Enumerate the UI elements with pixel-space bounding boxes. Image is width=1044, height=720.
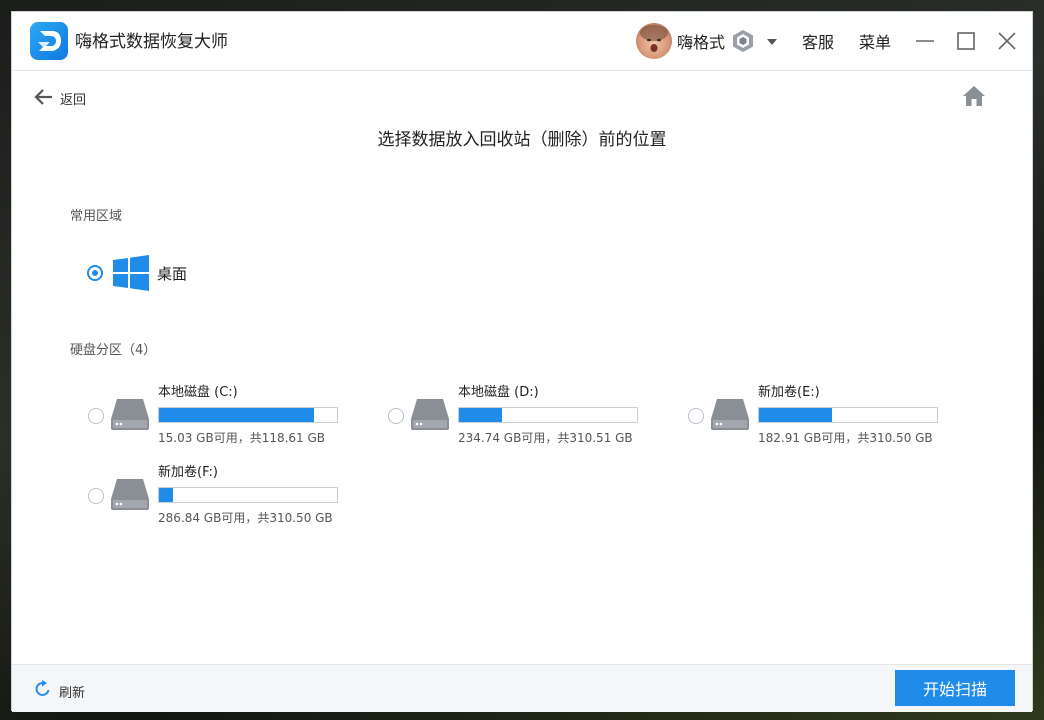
drive-e[interactable]: 新加卷(E:) 182.91 GB可用，共310.50 GB bbox=[688, 385, 948, 451]
app-logo-icon bbox=[30, 22, 68, 60]
drive-usage-fill bbox=[159, 408, 315, 422]
drive-radio[interactable] bbox=[688, 408, 704, 424]
desktop-radio[interactable] bbox=[87, 265, 103, 281]
drive-c[interactable]: 本地磁盘 (C:) 15.03 GB可用，共118.61 GB bbox=[88, 385, 348, 451]
drive-info: 286.84 GB可用，共310.50 GB bbox=[158, 511, 333, 525]
drive-usage-bar bbox=[158, 407, 338, 423]
drive-name: 新加卷(E:) bbox=[758, 385, 820, 400]
hard-drive-icon bbox=[410, 397, 450, 431]
drive-radio[interactable] bbox=[388, 408, 404, 424]
hard-drive-icon bbox=[710, 397, 750, 431]
app-window: 嗨格式数据恢复大师 嗨格式 客服 菜单 返回 选择数据放入回收站（删除）前的位置… bbox=[11, 11, 1033, 712]
drive-f[interactable]: 新加卷(F:) 286.84 GB可用，共310.50 GB bbox=[88, 465, 348, 531]
arrow-left-icon bbox=[34, 89, 52, 105]
drive-d[interactable]: 本地磁盘 (D:) 234.74 GB可用，共310.51 GB bbox=[388, 385, 648, 451]
app-title: 嗨格式数据恢复大师 bbox=[75, 32, 228, 52]
hard-drive-icon bbox=[110, 477, 150, 511]
drive-info: 182.91 GB可用，共310.50 GB bbox=[758, 431, 933, 445]
maximize-icon[interactable] bbox=[954, 29, 978, 53]
drive-radio[interactable] bbox=[88, 408, 104, 424]
drive-usage-fill bbox=[159, 488, 173, 502]
drive-usage-bar bbox=[158, 487, 338, 503]
drive-name: 本地磁盘 (D:) bbox=[458, 385, 539, 400]
drive-usage-fill bbox=[759, 408, 833, 422]
menu-link[interactable]: 菜单 bbox=[859, 33, 891, 53]
refresh-icon bbox=[35, 680, 50, 696]
drive-usage-bar bbox=[758, 407, 938, 423]
title-bar: 嗨格式数据恢复大师 嗨格式 客服 菜单 bbox=[12, 12, 1032, 71]
minimize-icon[interactable] bbox=[913, 29, 937, 53]
home-icon[interactable] bbox=[962, 85, 986, 107]
page-title: 选择数据放入回收站（删除）前的位置 bbox=[377, 130, 667, 150]
drive-name: 新加卷(F:) bbox=[158, 465, 218, 480]
partitions-section-label: 硬盘分区（4） bbox=[70, 343, 157, 358]
desktop-label: 桌面 bbox=[157, 265, 188, 283]
windows-logo-icon bbox=[113, 255, 149, 291]
avatar[interactable] bbox=[636, 23, 672, 59]
start-scan-button[interactable]: 开始扫描 bbox=[895, 670, 1015, 706]
hard-drive-icon bbox=[110, 397, 150, 431]
drive-usage-bar bbox=[458, 407, 638, 423]
drive-info: 15.03 GB可用，共118.61 GB bbox=[158, 431, 326, 445]
vip-badge-icon bbox=[732, 29, 754, 53]
footer-bar: 刷新 开始扫描 bbox=[12, 664, 1032, 712]
back-label: 返回 bbox=[60, 93, 87, 108]
chevron-down-icon[interactable] bbox=[765, 34, 779, 48]
common-section-label: 常用区域 bbox=[70, 209, 123, 224]
close-icon[interactable] bbox=[995, 29, 1019, 53]
drive-radio[interactable] bbox=[88, 488, 104, 504]
refresh-label: 刷新 bbox=[59, 686, 86, 701]
drive-usage-fill bbox=[459, 408, 503, 422]
drive-info: 234.74 GB可用，共310.51 GB bbox=[458, 431, 633, 445]
support-link[interactable]: 客服 bbox=[802, 33, 834, 53]
drive-name: 本地磁盘 (C:) bbox=[158, 385, 238, 400]
username: 嗨格式 bbox=[677, 33, 726, 52]
